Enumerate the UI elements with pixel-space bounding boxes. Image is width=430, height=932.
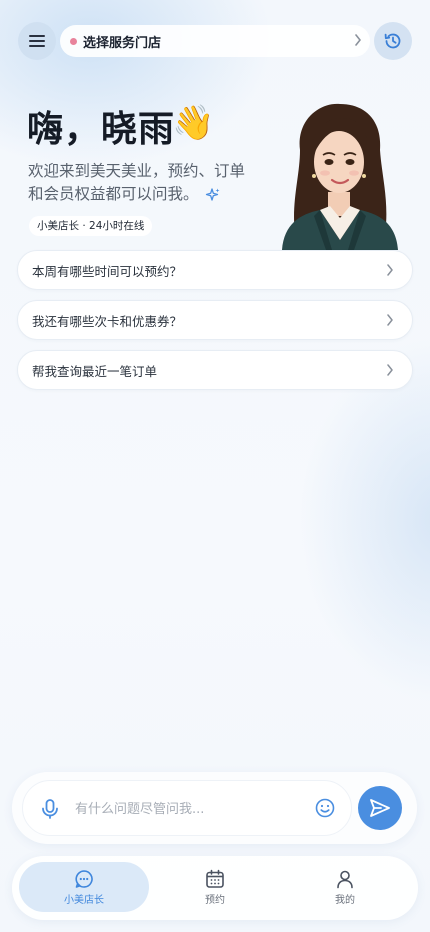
tab-profile-label: 我的 — [335, 894, 355, 906]
menu-icon — [29, 35, 45, 47]
assistant-badge: 小美店长 · 24小时在线 — [29, 216, 153, 236]
suggestion-label: 帮我查询最近一笔订单 — [32, 363, 158, 379]
user-icon — [337, 870, 353, 888]
composer-bar — [12, 772, 417, 844]
tab-booking[interactable]: 预约 — [150, 862, 280, 912]
chevron-right-icon — [387, 264, 393, 276]
tab-profile[interactable]: 我的 — [280, 862, 410, 912]
suggestion-item[interactable]: 本周有哪些时间可以预约？ — [17, 250, 413, 290]
intro-line-1: 欢迎来到美天美业，预约、订单 — [28, 162, 246, 180]
suggestion-label: 我还有哪些次卡和优惠券？ — [32, 313, 183, 329]
history-icon — [384, 33, 401, 49]
chat-input[interactable] — [75, 795, 305, 823]
tab-assistant-label: 小美店长 — [64, 894, 104, 906]
intro-line-2: 和会员权益都可以问我。 — [28, 183, 258, 206]
intro-text: 欢迎来到美天美业，预约、订单 和会员权益都可以问我。 — [28, 160, 258, 206]
chat-icon — [75, 869, 93, 888]
history-button[interactable] — [374, 22, 412, 60]
bottom-tab-bar: 小美店长 预约 我的 — [12, 856, 418, 920]
chevron-right-icon — [355, 34, 361, 46]
suggestion-label: 本周有哪些时间可以预约？ — [32, 263, 183, 279]
menu-button[interactable] — [18, 22, 56, 60]
store-selector[interactable]: 选择服务门店 — [60, 25, 370, 57]
sparkle-icon — [205, 187, 220, 201]
calendar-icon — [206, 869, 224, 888]
assistant-avatar — [270, 100, 410, 250]
chevron-right-icon — [387, 364, 393, 376]
send-icon — [370, 799, 390, 817]
top-bar: 选择服务门店 — [18, 22, 412, 60]
suggestion-list: 本周有哪些时间可以预约？ 我还有哪些次卡和优惠券？ 帮我查询最近一笔订单 — [17, 250, 413, 400]
store-status-dot — [70, 37, 77, 45]
intro-line-2-text: 和会员权益都可以问我。 — [28, 185, 199, 203]
send-button[interactable] — [358, 786, 402, 830]
suggestion-item[interactable]: 我还有哪些次卡和优惠券？ — [17, 300, 413, 340]
store-selector-label: 选择服务门店 — [83, 35, 162, 51]
composer-field — [22, 780, 352, 836]
chevron-right-icon — [387, 314, 393, 326]
suggestion-item[interactable]: 帮我查询最近一笔订单 — [17, 350, 413, 390]
greeting-title: 嗨，晓雨 — [27, 109, 176, 150]
tab-assistant[interactable]: 小美店长 — [19, 862, 149, 912]
tab-booking-label: 预约 — [205, 894, 225, 906]
microphone-icon[interactable] — [41, 799, 59, 819]
emoji-icon[interactable] — [315, 798, 335, 818]
wave-hand-icon: 👋 — [172, 103, 215, 143]
